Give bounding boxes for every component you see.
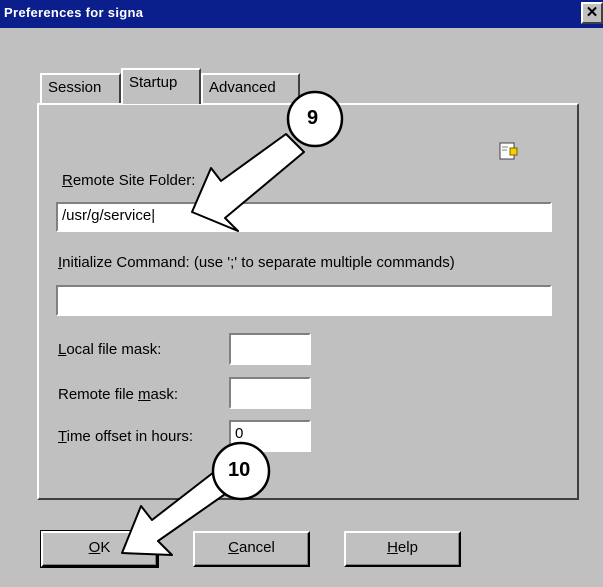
ok-button[interactable]: OK	[40, 530, 159, 568]
local-file-mask-label: Local file mask:	[58, 341, 162, 358]
time-offset-label: Time offset in hours:	[58, 428, 194, 445]
remote-file-mask-label: Remote file mask:	[58, 386, 179, 403]
cancel-button[interactable]: Cancel	[193, 531, 310, 567]
remote-site-folder-input[interactable]: /usr/g/service|	[56, 202, 552, 232]
help-button[interactable]: Help	[344, 531, 461, 567]
callout-10-label: 10	[228, 459, 251, 481]
time-offset-input[interactable]: 0	[229, 420, 311, 452]
remote-site-folder-label: Remote Site Folder:	[62, 172, 196, 189]
close-icon[interactable]: ✕	[581, 2, 603, 24]
tab-label: Startup	[129, 74, 178, 91]
tab-advanced[interactable]: Advanced	[201, 73, 300, 103]
callout-9-label: 9	[307, 107, 319, 129]
tab-session[interactable]: Session	[40, 73, 121, 103]
title-bar: Preferences for signa ✕	[0, 0, 603, 28]
tab-startup[interactable]: Startup	[121, 68, 201, 104]
initialize-command-label: Initialize Command: (use ';' to separate…	[58, 254, 455, 271]
window-title: Preferences for signa	[4, 5, 144, 20]
tab-label: Advanced	[209, 79, 276, 96]
local-file-mask-input[interactable]	[229, 333, 311, 365]
remote-file-mask-input[interactable]	[229, 377, 311, 409]
initialize-command-input[interactable]	[56, 285, 552, 316]
settings-icon[interactable]	[497, 140, 519, 162]
tab-label: Session	[48, 79, 102, 96]
